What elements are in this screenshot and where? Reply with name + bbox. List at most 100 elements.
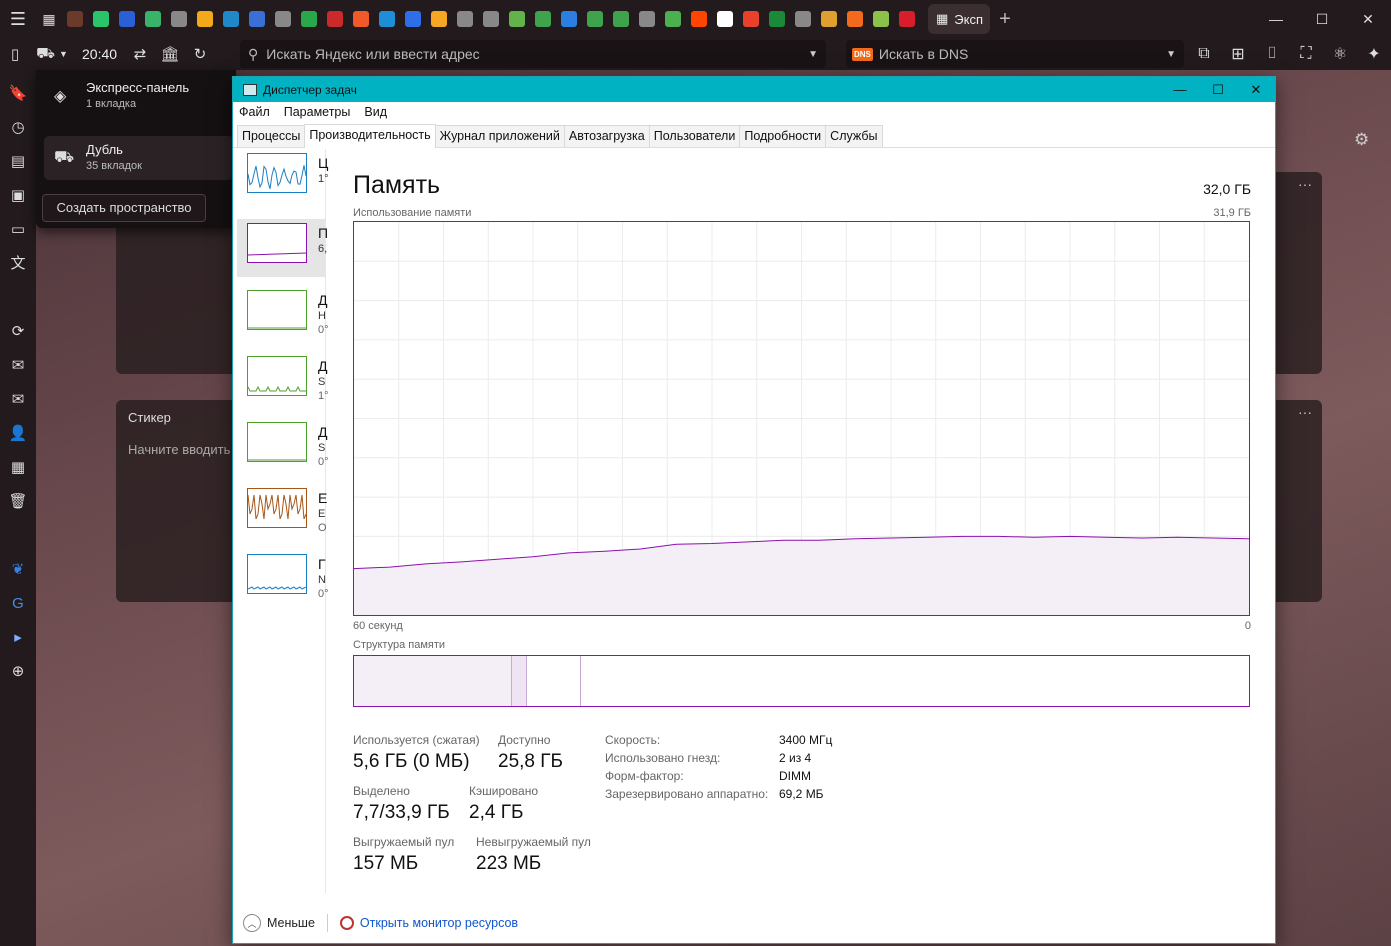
resource-item[interactable]: Д S 0° bbox=[237, 418, 329, 476]
history-icon[interactable]: ◷ bbox=[8, 118, 28, 138]
sticker-input[interactable]: Начните вводить bbox=[128, 442, 230, 457]
web-panel-2-icon[interactable]: ▸ bbox=[8, 628, 28, 648]
reader-icon[interactable]: ⌷ bbox=[1255, 38, 1289, 70]
extensions-icon[interactable]: ⚛ bbox=[1323, 38, 1357, 70]
pinned-tab[interactable] bbox=[270, 0, 296, 38]
workspace-icon[interactable]: ⛟ ▼ bbox=[30, 39, 74, 69]
more-icon[interactable]: ··· bbox=[1298, 404, 1312, 420]
close-icon[interactable]: ✕ bbox=[1345, 0, 1391, 38]
sidebar-toggle-icon[interactable]: ▯ bbox=[0, 39, 30, 69]
pinned-tab[interactable] bbox=[452, 0, 478, 38]
pinned-tab[interactable] bbox=[816, 0, 842, 38]
search-input[interactable]: DNS Искать в DNS ▼ bbox=[846, 40, 1184, 68]
tab-startup[interactable]: Автозагрузка bbox=[563, 125, 650, 147]
pinned-tab[interactable] bbox=[348, 0, 374, 38]
pinned-tab[interactable] bbox=[114, 0, 140, 38]
minimize-icon[interactable]: — bbox=[1253, 0, 1299, 38]
pinned-tab[interactable] bbox=[296, 0, 322, 38]
tab-users[interactable]: Пользователи bbox=[648, 125, 741, 147]
pinned-tab[interactable] bbox=[140, 0, 166, 38]
chevron-up-icon[interactable]: ︿ bbox=[243, 914, 261, 932]
menu-view[interactable]: Вид bbox=[364, 105, 387, 119]
pinned-tab[interactable] bbox=[634, 0, 660, 38]
pinned-tab[interactable] bbox=[764, 0, 790, 38]
workspace-item-selected[interactable]: ⛟ Дубль 35 вкладок bbox=[44, 136, 234, 180]
resource-item[interactable]: Д Н 0° bbox=[237, 286, 329, 344]
pinned-tab[interactable] bbox=[400, 0, 426, 38]
translate-panel-icon[interactable]: G bbox=[8, 594, 28, 614]
bank-icon[interactable]: 🏛 bbox=[155, 39, 185, 69]
mail-check-icon[interactable]: ✉ bbox=[8, 390, 28, 410]
pinned-tab[interactable] bbox=[504, 0, 530, 38]
pinned-tab[interactable] bbox=[530, 0, 556, 38]
add-panel-icon[interactable]: ⊕ bbox=[8, 662, 28, 682]
pinned-tab[interactable] bbox=[426, 0, 452, 38]
pinned-tab[interactable] bbox=[738, 0, 764, 38]
reload-icon[interactable]: ↻ bbox=[185, 39, 215, 69]
pinned-tab[interactable] bbox=[894, 0, 920, 38]
workspace-item[interactable]: ◈ Экспресс-панель 1 вкладка bbox=[44, 74, 234, 118]
pinned-tab[interactable] bbox=[166, 0, 192, 38]
window-panel-icon[interactable]: ▭ bbox=[8, 220, 28, 240]
resource-item[interactable]: П 6, bbox=[237, 219, 328, 277]
pinned-tab[interactable] bbox=[660, 0, 686, 38]
maximize-icon[interactable]: ☐ bbox=[1299, 0, 1345, 38]
bookmarks-icon[interactable]: 🔖 bbox=[8, 84, 28, 104]
settings-gear-icon[interactable]: ⚙ bbox=[1354, 130, 1369, 150]
pinned-tab[interactable] bbox=[374, 0, 400, 38]
menu-file[interactable]: Файл bbox=[239, 105, 270, 119]
sync-icon[interactable]: ⟳ bbox=[8, 322, 28, 342]
maximize-icon[interactable]: ☐ bbox=[1199, 77, 1237, 102]
pinned-tab[interactable] bbox=[582, 0, 608, 38]
open-resource-monitor-link[interactable]: Открыть монитор ресурсов bbox=[360, 916, 518, 930]
tab-services[interactable]: Службы bbox=[825, 125, 883, 147]
translate-icon[interactable]: 文 bbox=[8, 254, 28, 274]
contacts-icon[interactable]: 👤 bbox=[8, 424, 28, 444]
pinned-tab[interactable] bbox=[712, 0, 738, 38]
pinned-tab[interactable] bbox=[686, 0, 712, 38]
pinned-tab[interactable] bbox=[556, 0, 582, 38]
chevron-down-icon[interactable]: ▼ bbox=[1166, 49, 1176, 60]
pinned-tab[interactable] bbox=[322, 0, 348, 38]
pinned-tab[interactable] bbox=[192, 0, 218, 38]
resource-item[interactable]: EEO bbox=[237, 484, 327, 542]
pinned-tab[interactable] bbox=[608, 0, 634, 38]
browser-menu-icon[interactable]: ☰ bbox=[0, 0, 36, 38]
address-input[interactable]: ⚲ Искать Яндекс или ввести адрес ▼ bbox=[240, 40, 826, 68]
pinned-tab[interactable] bbox=[790, 0, 816, 38]
pinned-tab[interactable] bbox=[868, 0, 894, 38]
mail-icon[interactable]: ✉ bbox=[8, 356, 28, 376]
pinned-tab[interactable] bbox=[244, 0, 270, 38]
tab-performance[interactable]: Производительность bbox=[304, 124, 436, 148]
pinned-tab[interactable] bbox=[62, 0, 88, 38]
resource-item[interactable]: Ц 1° bbox=[237, 149, 329, 207]
create-workspace-button[interactable]: Создать пространство bbox=[42, 194, 206, 222]
calendar-icon[interactable]: ▦ bbox=[8, 458, 28, 478]
pinned-tab[interactable] bbox=[218, 0, 244, 38]
vivaldi-menu-icon[interactable]: ✦ bbox=[1357, 38, 1391, 70]
menu-options[interactable]: Параметры bbox=[284, 105, 351, 119]
capture-icon[interactable]: ⧉ bbox=[1187, 38, 1221, 70]
more-icon[interactable]: ··· bbox=[1298, 176, 1312, 192]
tabs-grid-icon[interactable]: ▦ bbox=[36, 0, 62, 38]
resource-item[interactable]: Г N 0° bbox=[237, 550, 329, 608]
screenshot-icon[interactable]: ⛶ bbox=[1289, 38, 1323, 70]
tab-app-history[interactable]: Журнал приложений bbox=[434, 125, 565, 147]
tab-details[interactable]: Подробности bbox=[739, 125, 827, 147]
minimize-icon[interactable]: — bbox=[1161, 77, 1199, 102]
tile-icon[interactable]: ⊞ bbox=[1221, 38, 1255, 70]
pinned-tab[interactable] bbox=[88, 0, 114, 38]
chevron-down-icon[interactable]: ▼ bbox=[808, 49, 818, 60]
new-tab-button[interactable]: + bbox=[990, 8, 1020, 31]
pinned-tab[interactable] bbox=[478, 0, 504, 38]
trash-icon[interactable]: 🗑 bbox=[8, 492, 28, 512]
fewer-details-button[interactable]: Меньше bbox=[267, 916, 315, 930]
notes-icon[interactable]: ▤ bbox=[8, 152, 28, 172]
web-panel-icon[interactable]: ❦ bbox=[8, 560, 28, 580]
pinned-tab[interactable] bbox=[842, 0, 868, 38]
close-icon[interactable]: ✕ bbox=[1237, 77, 1275, 102]
tab-processes[interactable]: Процессы bbox=[237, 125, 306, 147]
active-tab[interactable]: ▦ Эксп bbox=[928, 4, 990, 34]
resource-item[interactable]: Д S 1° bbox=[237, 352, 329, 410]
sync-arrows-icon[interactable]: ⇄ bbox=[125, 39, 155, 69]
